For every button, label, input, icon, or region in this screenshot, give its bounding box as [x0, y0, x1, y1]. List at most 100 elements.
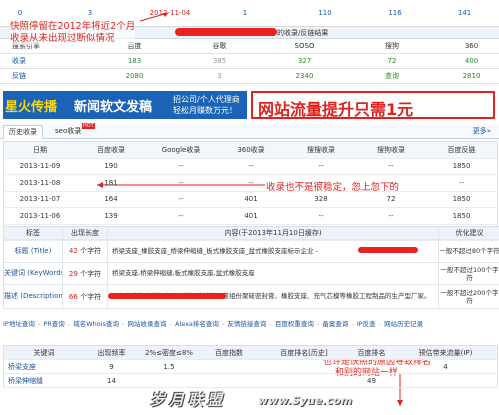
- table-row: 描述 (Description) 66 个字符 一家专业生产桥梁支座、桥梁伸缩缝…: [3, 284, 499, 309]
- tag-length: 29 个字符: [62, 262, 108, 285]
- value-cell: --: [146, 191, 216, 208]
- header-cell: 360收录: [216, 141, 286, 159]
- table-row: 关键词 (KeyWords) 29 个字符 桥梁支座,桥梁伸缩缝,板式橡胶支座,…: [3, 262, 499, 285]
- header-cell: 标签: [3, 226, 63, 240]
- annotation-line: 收录从未出现过断似情况: [10, 33, 115, 44]
- value-cell: [259, 373, 349, 388]
- ad-right[interactable]: 网站流量提升只需1元: [251, 91, 495, 119]
- tag-content: 桥梁支座,桥梁伸缩缝,板式橡胶支座,盆式橡胶支座: [107, 262, 439, 285]
- value-cell: 49: [349, 373, 394, 388]
- value-cell: --: [146, 174, 216, 192]
- date-cell: 2013-11-09: [3, 158, 76, 175]
- date-cell: 2013-11-06: [3, 207, 76, 225]
- value-cell: 4: [394, 359, 498, 374]
- header-cell: 搜搜收录: [286, 141, 356, 159]
- tag-length: 66 个字符: [62, 284, 108, 309]
- value-cell: 181: [76, 174, 146, 192]
- ad-subtext-line: 招公司/个人代理商: [173, 95, 240, 104]
- header-cell: Google收录: [146, 141, 216, 159]
- value-cell: --: [426, 174, 498, 192]
- table-row: 标题 (Title) 42 个字符 桥梁支座_橡胶支座_桥梁伸缩缝_板式橡胶支座…: [3, 239, 499, 263]
- length-number: 42: [68, 247, 78, 255]
- watermark-url: www.Syue.com: [258, 394, 353, 407]
- table-row: 桥梁支座 9 1.5 4: [3, 359, 498, 374]
- more-link[interactable]: 更多»: [473, 126, 491, 136]
- value-cell: 139: [76, 207, 146, 225]
- tool-link[interactable]: PR查询: [43, 320, 64, 328]
- hot-badge: HOT: [82, 123, 95, 129]
- ad-right-text: 网站流量提升只需1元: [258, 100, 414, 119]
- tool-link[interactable]: 网站历史记录: [384, 320, 423, 328]
- tool-link[interactable]: 域名Whois查询: [73, 320, 119, 328]
- header-cell: 出现长度: [62, 226, 108, 240]
- table-row: 2013-11-09 190 -- -- -- -- 1850: [3, 158, 498, 175]
- value-cell: 328: [286, 191, 356, 208]
- ad-left[interactable]: 星火传播 新闻软文发稿 招公司/个人代理商 轻松月赚数万元！: [3, 91, 247, 119]
- value-cell: [199, 373, 259, 388]
- value-cell: [349, 359, 394, 374]
- meta-tags-table: 标签 出现长度 内容(于2013年11月10日缓存) 优化建议 标题 (Titl…: [3, 226, 499, 309]
- annotation-line: 快照停留在2012年将近2个月: [10, 21, 136, 32]
- arrow-head: [397, 400, 403, 406]
- header-cell: 优化建议: [438, 226, 499, 240]
- redaction-mark: [108, 293, 226, 299]
- tool-link[interactable]: 百度权重查询: [275, 320, 314, 328]
- tag-suggestion: 一般不超过80个字符: [438, 239, 499, 263]
- value-cell: --: [216, 158, 286, 175]
- table-row: 桥梁伸缩缝 14 49: [3, 373, 498, 388]
- redaction-mark: [358, 247, 418, 253]
- table-header-row: 日期 百度收录 Google收录 360收录 搜搜收录 搜狗收录 百度反链: [3, 141, 498, 159]
- tag-suggestion: 一般不超过200个字符: [438, 284, 499, 309]
- value-cell: [259, 359, 349, 374]
- tag-length: 42 个字符: [62, 239, 108, 263]
- value-cell: --: [146, 207, 216, 225]
- tab-bar: 历史收录 seo收录 HOT 更多»: [0, 123, 499, 139]
- table-header-row: 关键词 出现频率 2%≤密度≤8% 百度指数 百度排名[历史] 百度排名 预估带…: [3, 345, 498, 360]
- arrow-head: [162, 13, 168, 17]
- length-unit: 个字符: [80, 269, 102, 278]
- value-cell: 401: [216, 207, 286, 225]
- value-cell: [394, 373, 498, 388]
- ad-headline: 新闻软文发稿: [74, 100, 153, 115]
- header-cell: 百度指数: [199, 345, 259, 360]
- table-row: 2013-11-06 139 -- 401 -- -- 1850: [3, 207, 498, 225]
- tool-link[interactable]: 网站收录查询: [127, 320, 166, 328]
- value-cell: 72: [356, 191, 426, 208]
- header-cell: 百度排名[历史]: [259, 345, 349, 360]
- watermark: 岁月联盟: [150, 391, 227, 409]
- header-cell: 预估带来流量(IP): [394, 345, 498, 360]
- ad-brand: 星火传播: [5, 100, 58, 115]
- tab-seo-index[interactable]: seo收录: [50, 125, 86, 138]
- value-cell: --: [286, 207, 356, 225]
- snapshot-annotation: 快照停留在2012年将近2个月 收录从未出现过断似情况: [10, 21, 136, 45]
- value-cell: 401: [216, 191, 286, 208]
- tool-links-bar: IP地址查询 - PR查询 - 域名Whois查询 - 网站收录查询 - Ale…: [3, 320, 424, 328]
- value-cell: 14: [84, 373, 139, 388]
- tab-history-index[interactable]: 历史收录: [3, 125, 43, 139]
- value-cell: [199, 359, 259, 374]
- header-cell: 日期: [3, 141, 76, 159]
- header-cell: 百度反链: [426, 141, 498, 159]
- keyword-name[interactable]: 桥梁支座: [3, 359, 84, 374]
- keyword-table: 关键词 出现频率 2%≤密度≤8% 百度指数 百度排名[历史] 百度排名 预估带…: [3, 345, 498, 388]
- value-cell: --: [286, 158, 356, 175]
- value-cell: --: [356, 158, 426, 175]
- length-unit: 个字符: [80, 292, 102, 301]
- tool-link[interactable]: Alexa排名查询: [175, 320, 219, 328]
- tool-link[interactable]: 备案查询: [322, 320, 348, 328]
- header-cell: 搜狗收录: [356, 141, 426, 159]
- value-cell: 1850: [426, 207, 498, 225]
- tool-link[interactable]: IP反查: [357, 320, 376, 328]
- header-cell: 2%≤密度≤8%: [139, 345, 199, 360]
- value-cell: --: [356, 207, 426, 225]
- value-cell: [139, 373, 199, 388]
- header-cell: 关键词: [3, 345, 84, 360]
- tag-label: 关键词 (KeyWords): [3, 262, 63, 285]
- tool-link[interactable]: 友情链接查询: [227, 320, 266, 328]
- ad-subtext: 招公司/个人代理商 轻松月赚数万元！: [173, 94, 240, 116]
- tag-suggestion: 一般不超过100个字符: [438, 262, 499, 285]
- keyword-name[interactable]: 桥梁伸缩缝: [3, 373, 84, 388]
- ad-banner[interactable]: 星火传播 新闻软文发稿 招公司/个人代理商 轻松月赚数万元！ 网站流量提升只需1…: [0, 89, 499, 121]
- tool-link[interactable]: IP地址查询: [3, 320, 35, 328]
- ad-subtext-line: 轻松月赚数万元！: [173, 106, 237, 115]
